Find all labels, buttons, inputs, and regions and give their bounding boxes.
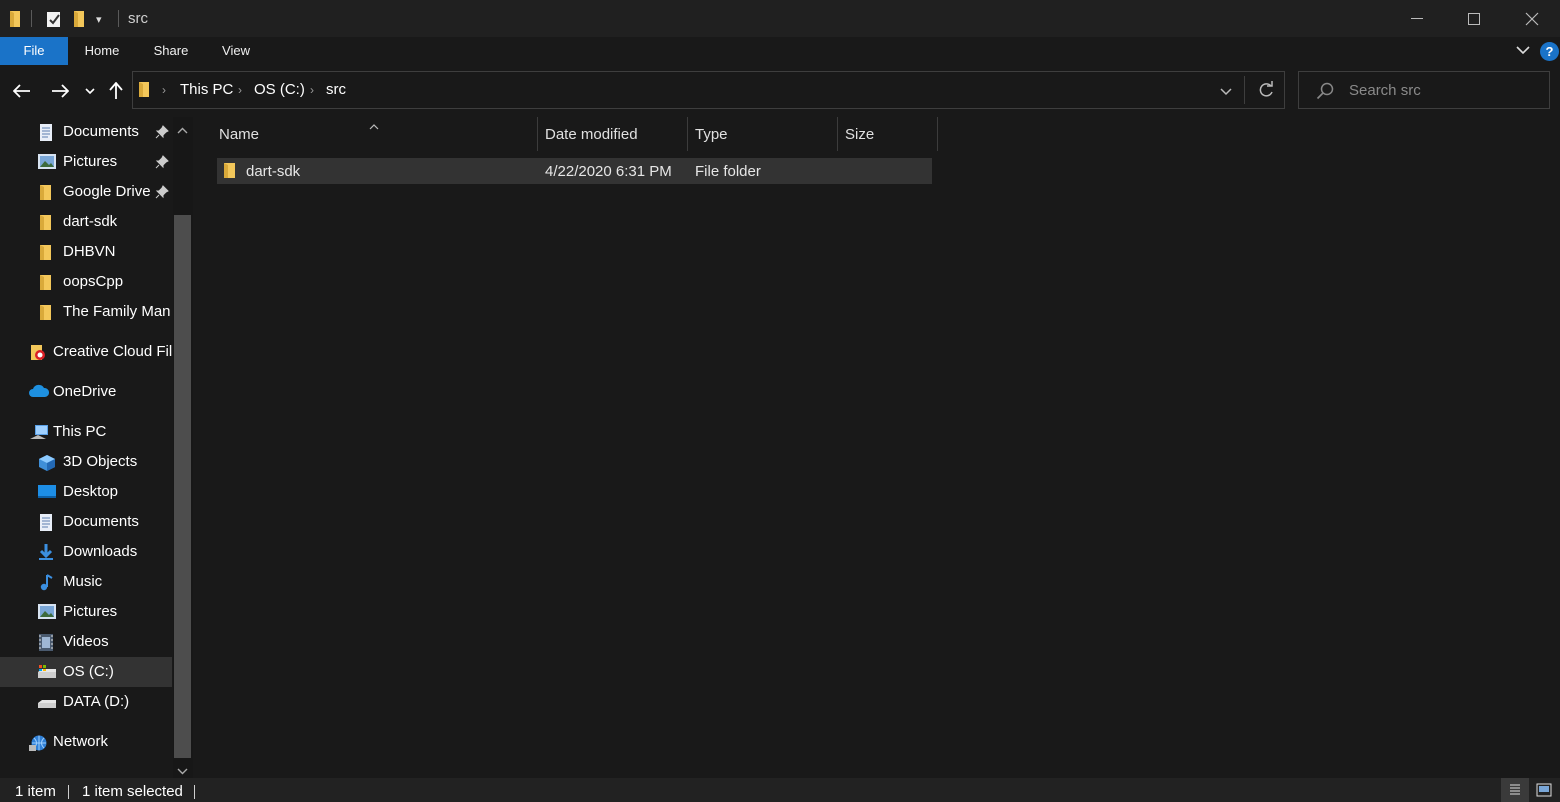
desktop-icon <box>38 484 56 501</box>
search-placeholder: Search src <box>1349 82 1421 99</box>
pin-icon[interactable] <box>155 185 169 199</box>
status-bar: 1 item 1 item selected <box>0 778 1560 802</box>
forward-button[interactable] <box>46 78 74 104</box>
sidebar-item-data-d[interactable]: DATA (D:) <box>0 687 172 717</box>
sidebar-item-downloads[interactable]: Downloads <box>0 537 172 567</box>
navigation-bar: › This PC › OS (C:) › src Search src <box>0 65 1560 117</box>
column-header-size[interactable]: Size <box>837 117 937 151</box>
tab-share[interactable]: Share <box>140 37 202 65</box>
sidebar-item-os-c[interactable]: OS (C:) <box>0 657 172 687</box>
pin-icon[interactable] <box>155 125 169 139</box>
scroll-down-icon[interactable] <box>177 762 188 779</box>
pictures-icon <box>38 604 56 621</box>
scrollbar-thumb[interactable] <box>174 215 191 758</box>
title-bar: ▾ src <box>0 0 1560 37</box>
sidebar-scrollbar[interactable] <box>173 117 193 778</box>
column-header-date-modified[interactable]: Date modified <box>537 117 687 151</box>
pin-icon[interactable] <box>155 155 169 169</box>
computer-icon <box>29 424 49 441</box>
expand-ribbon-icon[interactable] <box>1516 43 1530 61</box>
column-header-name[interactable]: Name <box>211 117 537 151</box>
sidebar-item-3d-objects[interactable]: 3D Objects <box>0 447 172 477</box>
folder-icon <box>38 274 56 291</box>
onedrive-icon <box>29 384 50 401</box>
folder-icon <box>38 184 56 201</box>
downloads-icon <box>38 544 56 561</box>
sidebar-item-music[interactable]: Music <box>0 567 172 597</box>
folder-icon <box>8 8 24 30</box>
chevron-right-icon: › <box>162 83 166 97</box>
sidebar-item-this-pc[interactable]: This PC <box>0 417 172 447</box>
documents-icon <box>38 514 56 531</box>
breadcrumb-this-pc[interactable]: This PC <box>180 81 233 98</box>
large-icons-view-button[interactable] <box>1530 778 1558 802</box>
refresh-icon[interactable] <box>1257 81 1275 103</box>
file-row[interactable]: dart-sdk 4/22/2020 6:31 PM File folder <box>217 158 932 184</box>
documents-icon <box>38 124 56 141</box>
sidebar-item-pictures[interactable]: Pictures <box>0 597 172 627</box>
new-folder-icon[interactable] <box>72 8 88 30</box>
search-input[interactable]: Search src <box>1298 71 1550 109</box>
up-button[interactable] <box>102 78 130 104</box>
sidebar-item-documents-quick[interactable]: Documents <box>0 117 172 147</box>
window-title: src <box>128 10 148 27</box>
sidebar-item-pictures-quick[interactable]: Pictures <box>0 147 172 177</box>
ribbon: File Home Share View ? <box>0 37 1560 65</box>
breadcrumb-os-c[interactable]: OS (C:) <box>254 81 305 98</box>
3d-objects-icon <box>38 454 56 471</box>
sidebar-item-onedrive[interactable]: OneDrive <box>0 377 172 407</box>
folder-icon <box>38 304 56 321</box>
folder-icon <box>38 214 56 231</box>
sidebar-item-desktop[interactable]: Desktop <box>0 477 172 507</box>
selection-count: 1 item selected <box>82 783 183 800</box>
file-list: Name Date modified Type Size dart-sdk 4/… <box>193 117 1560 778</box>
sidebar-item-network[interactable]: Network <box>0 727 172 757</box>
creative-cloud-icon <box>29 344 47 361</box>
recent-locations-button[interactable] <box>78 78 102 104</box>
file-type: File folder <box>695 163 761 180</box>
file-date-modified: 4/22/2020 6:31 PM <box>545 163 672 180</box>
drive-c-icon <box>38 664 58 681</box>
minimize-button[interactable] <box>1388 0 1446 37</box>
address-history-icon[interactable] <box>1220 84 1232 101</box>
column-header-type[interactable]: Type <box>687 117 837 151</box>
customize-toolbar-icon[interactable]: ▾ <box>96 8 102 30</box>
sidebar-item-dhbvn[interactable]: DHBVN <box>0 237 172 267</box>
address-bar[interactable]: › This PC › OS (C:) › src <box>132 71 1285 109</box>
details-view-button[interactable] <box>1501 778 1529 802</box>
breadcrumb-src[interactable]: src <box>326 81 346 98</box>
sidebar-item-the-family-man[interactable]: The Family Man S <box>0 297 172 327</box>
sidebar-item-google-drive[interactable]: Google Drive <box>0 177 172 207</box>
close-button[interactable] <box>1503 0 1560 37</box>
sidebar-item-videos[interactable]: Videos <box>0 627 172 657</box>
music-icon <box>38 574 56 591</box>
sidebar-item-oopscpp[interactable]: oopsCpp <box>0 267 172 297</box>
search-icon <box>1316 82 1334 104</box>
properties-icon[interactable] <box>46 8 62 30</box>
tab-view[interactable]: View <box>208 37 264 65</box>
videos-icon <box>38 634 56 651</box>
chevron-right-icon: › <box>310 83 314 97</box>
pictures-icon <box>38 154 56 171</box>
back-button[interactable] <box>8 78 36 104</box>
folder-icon <box>38 244 56 261</box>
tab-home[interactable]: Home <box>72 37 132 65</box>
scroll-up-icon[interactable] <box>177 122 188 139</box>
chevron-right-icon: › <box>238 83 242 97</box>
sidebar-item-creative-cloud[interactable]: Creative Cloud Files <box>0 337 172 367</box>
help-button[interactable]: ? <box>1540 42 1559 61</box>
folder-icon <box>138 81 152 102</box>
navigation-pane: Documents Pictures Google Drive dart-sdk… <box>0 117 193 778</box>
folder-icon <box>223 162 237 183</box>
item-count: 1 item <box>15 783 56 800</box>
sidebar-item-documents[interactable]: Documents <box>0 507 172 537</box>
drive-d-icon <box>38 694 58 711</box>
network-icon <box>29 734 49 751</box>
file-name: dart-sdk <box>246 163 301 180</box>
maximize-button[interactable] <box>1445 0 1503 37</box>
sidebar-item-dart-sdk[interactable]: dart-sdk <box>0 207 172 237</box>
tab-file[interactable]: File <box>0 37 68 65</box>
